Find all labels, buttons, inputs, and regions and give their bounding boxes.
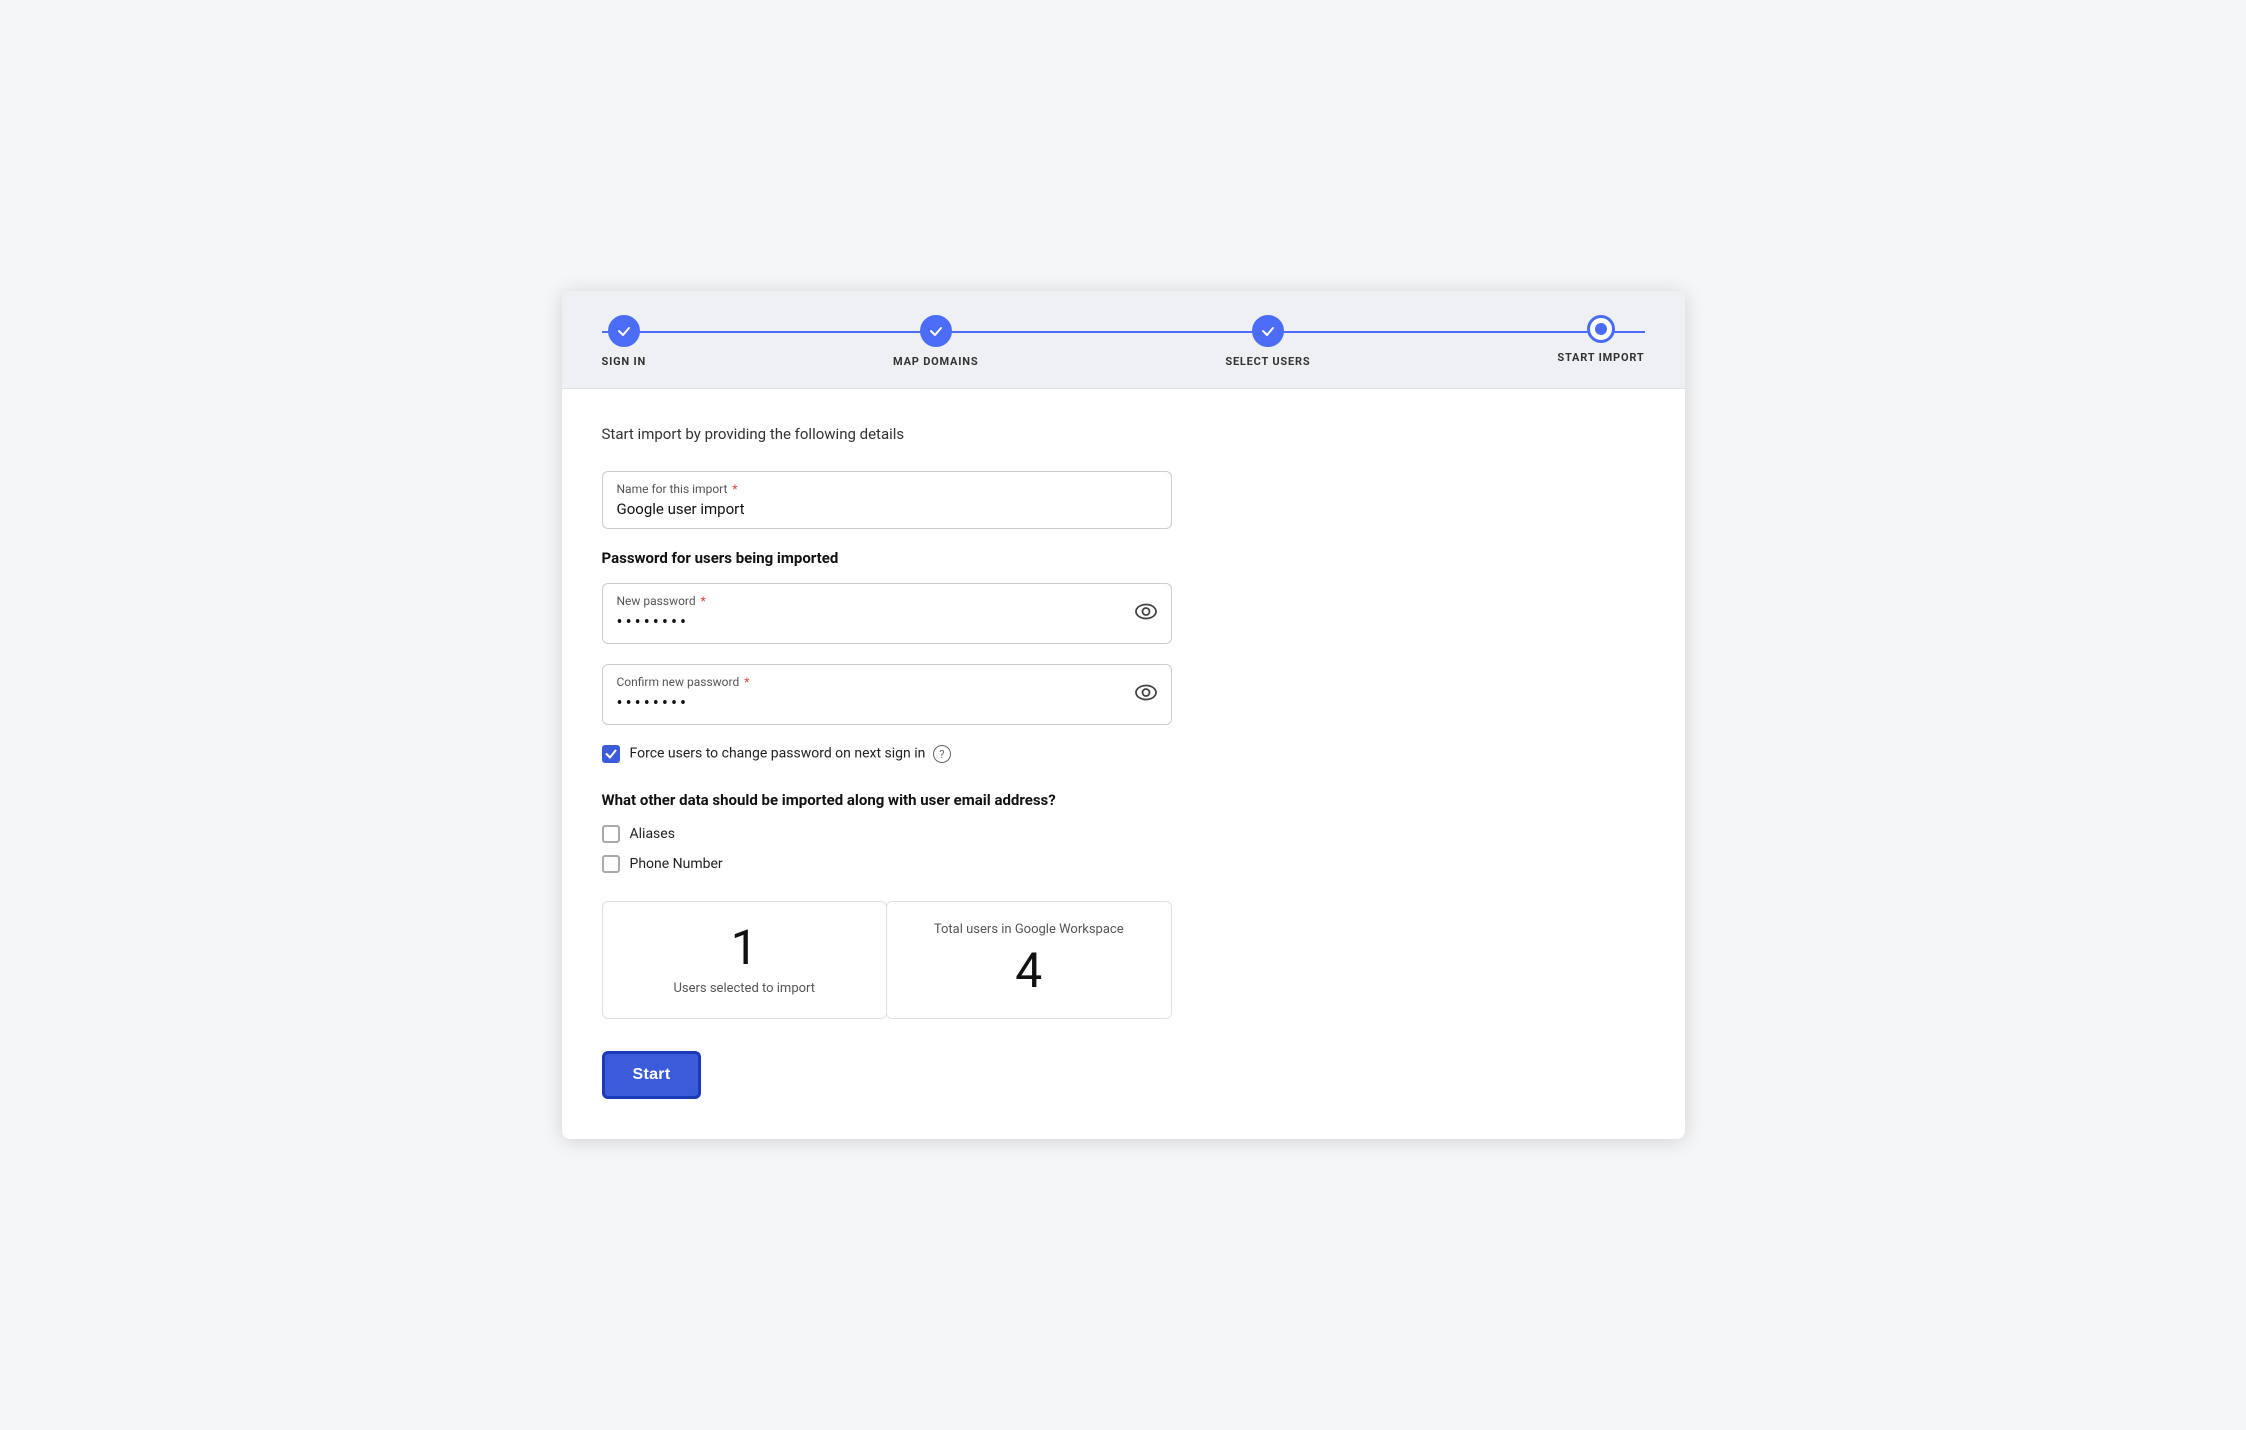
total-users-label: Total users in Google Workspace bbox=[911, 922, 1147, 937]
import-name-label: Name for this import * bbox=[617, 482, 1157, 496]
intro-text: Start import by providing the following … bbox=[602, 425, 1645, 443]
new-password-field[interactable]: New password * •••••••• bbox=[602, 583, 1172, 644]
new-password-value[interactable]: •••••••• bbox=[617, 612, 1157, 633]
password-section-heading: Password for users being imported bbox=[602, 549, 1645, 567]
confirm-password-field[interactable]: Confirm new password * •••••••• bbox=[602, 664, 1172, 725]
confirm-password-value[interactable]: •••••••• bbox=[617, 693, 1157, 714]
other-data-section: What other data should be imported along… bbox=[602, 791, 1645, 873]
new-password-group: New password * •••••••• bbox=[602, 583, 1645, 644]
aliases-label: Aliases bbox=[630, 826, 675, 842]
step-sign-in: SIGN IN bbox=[602, 315, 647, 368]
import-name-group: Name for this import * Google user impor… bbox=[602, 471, 1645, 529]
phone-checkbox[interactable] bbox=[602, 855, 620, 873]
new-password-label: New password * bbox=[617, 594, 1157, 608]
main-content: Start import by providing the following … bbox=[562, 389, 1685, 1139]
import-name-required: * bbox=[729, 482, 737, 496]
step-select-users-label: SELECT USERS bbox=[1225, 355, 1310, 368]
import-name-field[interactable]: Name for this import * Google user impor… bbox=[602, 471, 1172, 529]
main-window: SIGN IN MAP DOMAINS SELECT USERS bbox=[562, 291, 1685, 1139]
confirm-password-required: * bbox=[741, 675, 749, 689]
force-change-label: Force users to change password on next s… bbox=[630, 745, 951, 763]
start-button[interactable]: Start bbox=[602, 1051, 702, 1099]
import-name-value[interactable]: Google user import bbox=[617, 500, 1157, 518]
confirm-password-toggle-icon[interactable] bbox=[1135, 684, 1157, 705]
phone-label: Phone Number bbox=[630, 856, 723, 872]
stats-row: 1 Users selected to import Total users i… bbox=[602, 901, 1172, 1019]
step-map-domains-circle bbox=[920, 315, 952, 347]
step-start-import: START IMPORT bbox=[1557, 315, 1644, 364]
force-change-row: Force users to change password on next s… bbox=[602, 745, 1645, 763]
step-select-users-circle bbox=[1252, 315, 1284, 347]
phone-row: Phone Number bbox=[602, 855, 1645, 873]
confirm-password-group: Confirm new password * •••••••• bbox=[602, 664, 1645, 725]
step-start-import-label: START IMPORT bbox=[1557, 351, 1644, 364]
selected-users-count: 1 bbox=[627, 922, 863, 975]
step-map-domains-label: MAP DOMAINS bbox=[893, 355, 978, 368]
stepper-line bbox=[602, 331, 1645, 333]
step-sign-in-label: SIGN IN bbox=[602, 355, 647, 368]
stepper: SIGN IN MAP DOMAINS SELECT USERS bbox=[602, 315, 1645, 368]
force-change-checkbox[interactable] bbox=[602, 745, 620, 763]
confirm-password-label: Confirm new password * bbox=[617, 675, 1157, 689]
total-users-card: Total users in Google Workspace 4 bbox=[886, 901, 1172, 1019]
force-change-help-icon[interactable]: ? bbox=[933, 745, 951, 763]
step-select-users: SELECT USERS bbox=[1225, 315, 1310, 368]
total-users-count: 4 bbox=[911, 945, 1147, 998]
other-data-heading: What other data should be imported along… bbox=[602, 791, 1645, 809]
new-password-toggle-icon[interactable] bbox=[1135, 603, 1157, 624]
step-start-import-circle bbox=[1587, 315, 1615, 343]
step-sign-in-circle bbox=[608, 315, 640, 347]
aliases-row: Aliases bbox=[602, 825, 1645, 843]
new-password-required: * bbox=[698, 594, 706, 608]
selected-users-card: 1 Users selected to import bbox=[602, 901, 888, 1019]
selected-users-label: Users selected to import bbox=[627, 981, 863, 996]
aliases-checkbox[interactable] bbox=[602, 825, 620, 843]
stepper-bar: SIGN IN MAP DOMAINS SELECT USERS bbox=[562, 291, 1685, 389]
step-map-domains: MAP DOMAINS bbox=[893, 315, 978, 368]
